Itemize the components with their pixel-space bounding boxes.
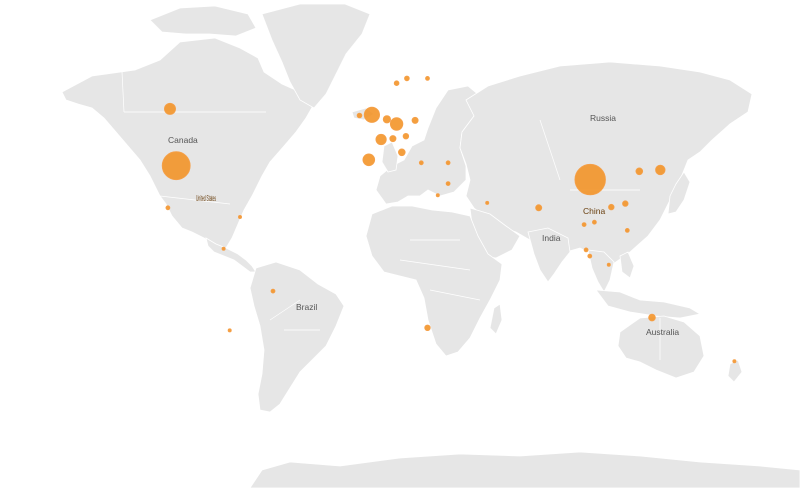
country-label-brazil: Brazil (296, 302, 317, 312)
country-label-canada: Canada (168, 135, 198, 145)
bubble-norway[interactable] (393, 80, 400, 86)
bubble-switzerland[interactable] (389, 135, 397, 143)
bubble-sweden[interactable] (404, 75, 410, 82)
bubble-turkey[interactable] (445, 160, 451, 166)
land-antarctica (249, 451, 800, 488)
bubble-south-africa[interactable] (424, 324, 431, 331)
bubble-usa[interactable] (161, 151, 191, 181)
bubble-malaysia[interactable] (583, 247, 589, 253)
land-philippines (619, 251, 635, 279)
bubble-mexico[interactable] (165, 205, 171, 211)
land-layer (61, 3, 800, 488)
land-madagascar (489, 303, 503, 335)
bubble-france[interactable] (375, 133, 387, 146)
bubble-netherlands[interactable] (382, 115, 391, 124)
bubble-italy[interactable] (397, 148, 406, 157)
bubble-egypt[interactable] (435, 193, 440, 198)
bubble-germany[interactable] (389, 117, 404, 131)
bubble-chile[interactable] (227, 328, 232, 333)
bubble-caribbean[interactable] (237, 214, 242, 219)
bubble-singapore[interactable] (587, 253, 593, 259)
bubble-israel[interactable] (445, 181, 451, 187)
bubble-finland[interactable] (425, 76, 430, 81)
bubble-thailand[interactable] (581, 222, 587, 228)
bubble-south-korea[interactable] (635, 167, 644, 176)
bubble-brazil[interactable] (270, 288, 276, 294)
land-central-america (205, 237, 257, 273)
bubble-colombia[interactable] (221, 246, 226, 251)
bubble-new-zealand[interactable] (732, 359, 737, 364)
land-arctic-islands (149, 5, 257, 37)
bubble-japan[interactable] (655, 164, 666, 176)
country-label-india: India (542, 233, 561, 243)
bubble-canada[interactable] (163, 102, 176, 115)
land-australia (617, 315, 705, 379)
bubble-greece[interactable] (418, 160, 424, 166)
bubble-australia[interactable] (648, 313, 656, 322)
country-label-australia: Australia (646, 327, 679, 337)
land-north-america (61, 37, 315, 253)
bubble-philippines[interactable] (624, 227, 630, 233)
land-south-america (249, 261, 345, 413)
world-map-canvas[interactable]: Canada United States Brazil Russia China… (0, 0, 800, 488)
bubble-indonesia[interactable] (606, 262, 611, 267)
bubble-vietnam[interactable] (592, 219, 597, 225)
bubble-austria[interactable] (402, 132, 410, 140)
bubble-taiwan[interactable] (622, 200, 629, 207)
bubble-ireland[interactable] (356, 112, 363, 119)
bubble-hong-kong[interactable] (608, 203, 615, 211)
bubble-poland[interactable] (411, 116, 419, 124)
country-label-russia: Russia (590, 113, 616, 123)
land-indonesia (595, 289, 702, 319)
country-label-china: China (583, 206, 605, 216)
bubble-india[interactable] (535, 204, 543, 212)
country-label-usa: United States (196, 193, 216, 203)
world-map[interactable]: Canada United States Brazil Russia China… (0, 0, 800, 488)
bubble-uae[interactable] (485, 200, 490, 205)
bubble-china[interactable] (574, 163, 606, 196)
bubble-spain[interactable] (362, 153, 376, 167)
land-new-zealand (727, 359, 743, 383)
bubble-uk[interactable] (363, 106, 380, 123)
land-british-isles (381, 141, 399, 173)
